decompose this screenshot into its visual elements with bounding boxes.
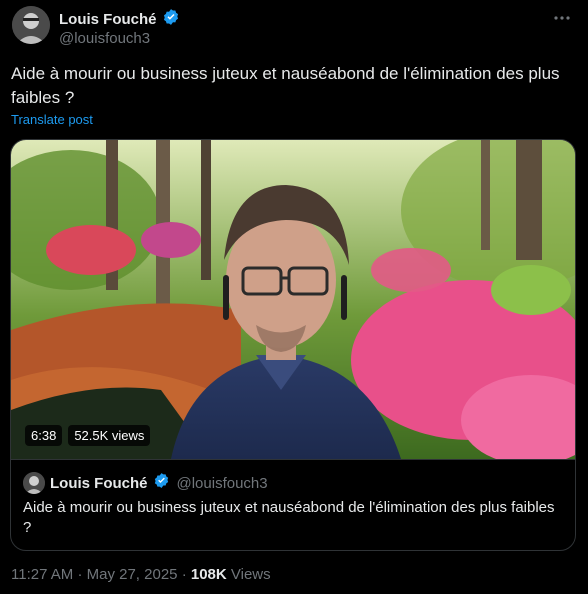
meta-separator: · [181, 566, 187, 583]
verified-badge-icon [162, 8, 180, 31]
post-meta: 11:27 AM · May 27, 2025 · 108K Views [11, 566, 271, 583]
post-date[interactable]: May 27, 2025 [87, 566, 178, 583]
video-thumbnail [11, 140, 575, 459]
quoted-post-text: Aide à mourir ou business juteux et naus… [23, 499, 555, 536]
views-count: 108K [190, 566, 227, 583]
post-time[interactable]: 11:27 AM [11, 566, 73, 583]
author-display-name[interactable]: Louis Fouché [59, 11, 157, 28]
media-card: 6:38 52.5K views Louis Fouché @louisfouc… [10, 139, 576, 551]
verified-badge-icon [153, 472, 170, 494]
post-header: Louis Fouché @louisfouch3 [12, 6, 576, 50]
video-player[interactable]: 6:38 52.5K views [11, 140, 575, 459]
video-badges: 6:38 52.5K views [25, 425, 151, 446]
video-views: 52.5K views [68, 425, 151, 446]
more-horizontal-icon[interactable] [550, 8, 574, 28]
quoted-post-header: Louis Fouché @louisfouch3 [23, 472, 268, 494]
quoted-post[interactable]: Louis Fouché @louisfouch3 Aide à mourir … [11, 459, 575, 550]
post-text: Aide à mourir ou business juteux et naus… [11, 64, 560, 107]
quoted-author-display-name: Louis Fouché [50, 474, 148, 492]
meta-separator: · [77, 566, 83, 583]
quoted-author-handle: @louisfouch3 [176, 474, 268, 492]
author-avatar[interactable] [12, 6, 50, 44]
video-duration: 6:38 [25, 425, 63, 446]
author-name-row: Louis Fouché [59, 8, 180, 31]
quoted-author-avatar [23, 472, 45, 494]
views-label: Views [230, 566, 271, 583]
author-handle[interactable]: @louisfouch3 [59, 30, 150, 47]
translate-post-link[interactable]: Translate post [11, 112, 93, 127]
